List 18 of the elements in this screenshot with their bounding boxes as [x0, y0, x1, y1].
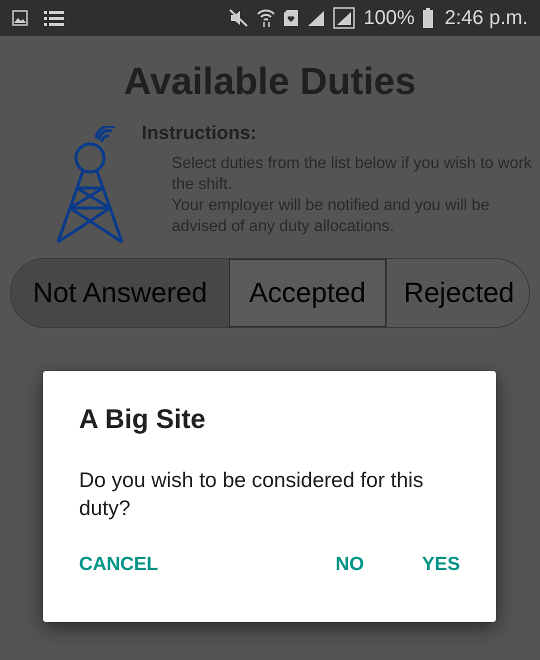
tab[interactable]: Accepted — [229, 259, 386, 327]
signal-icon — [333, 7, 356, 29]
dialog-button[interactable]: NO — [335, 547, 364, 584]
tab[interactable]: Not Answered — [11, 259, 229, 327]
image-icon — [12, 10, 28, 26]
wifi-icon — [257, 8, 276, 28]
tab[interactable]: Rejected — [386, 259, 529, 327]
mute-icon — [229, 9, 250, 27]
battery-percentage: 100% — [363, 6, 415, 31]
dialog-button[interactable]: CANCEL — [79, 547, 158, 584]
list-icon — [44, 10, 64, 26]
sim-card-icon — [283, 9, 300, 27]
dialog-button[interactable]: YES — [422, 547, 460, 584]
dialog-title: A Big Site — [79, 403, 207, 436]
dialog-message: Do you wish to be considered for this duty? — [79, 468, 424, 522]
battery-icon — [422, 8, 433, 28]
signal-icon — [307, 10, 326, 26]
clock: 2:46 p.m. — [444, 6, 528, 31]
